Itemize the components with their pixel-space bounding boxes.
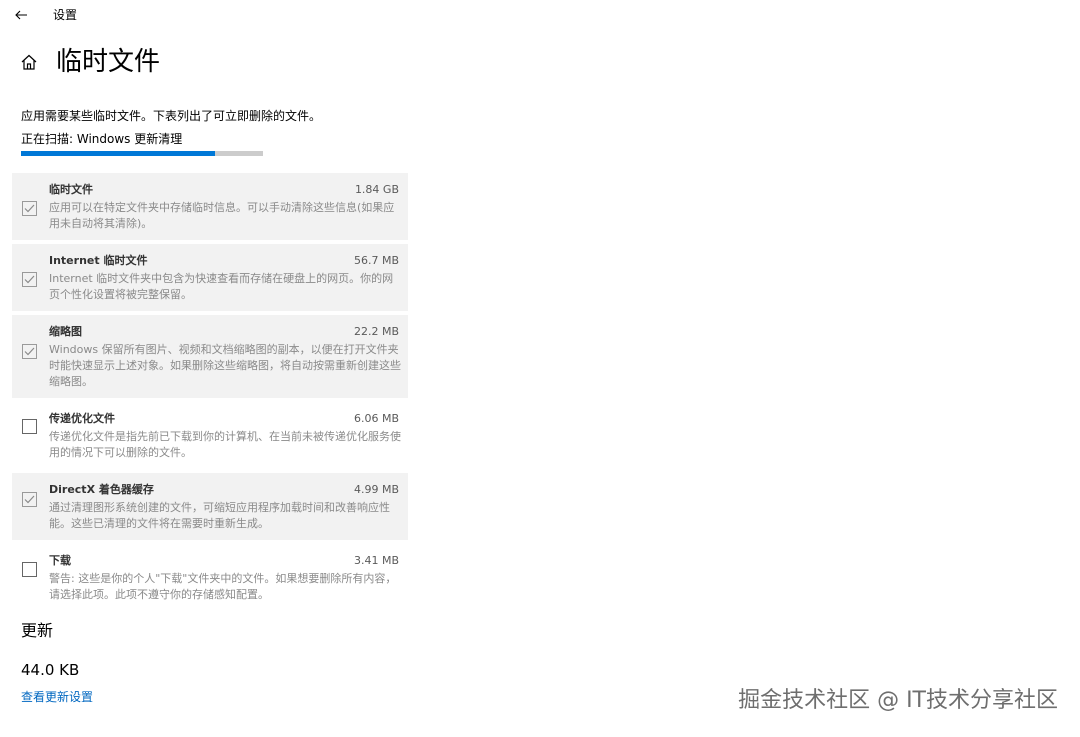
- file-size: 3.41 MB: [353, 554, 399, 567]
- file-checkbox[interactable]: [22, 562, 37, 577]
- file-header: Internet 临时文件 56.7 MB: [49, 253, 399, 271]
- file-description: 传递优化文件是指先前已下载到你的计算机、在当前未被传递优化服务使用的情况下可以删…: [49, 430, 401, 459]
- file-item[interactable]: DirectX 着色器缓存 4.99 MB 通过清理图形系统创建的文件，可缩短应用程…: [12, 473, 408, 540]
- temp-file-list: 临时文件 1.84 GB 应用可以在特定文件夹中存储临时信息。可以手动清除这些信息(…: [12, 173, 408, 615]
- watermark-text: 掘金技术社区 @ IT技术分享社区: [738, 688, 1058, 713]
- file-name: 缩略图: [49, 325, 82, 338]
- file-checkbox[interactable]: [22, 344, 37, 359]
- checkmark-icon: [24, 275, 35, 284]
- updates-size: 44.0 KB: [21, 661, 80, 679]
- file-checkbox[interactable]: [22, 492, 37, 507]
- file-item[interactable]: Internet 临时文件 56.7 MB Internet 临时文件夹中包含为快速…: [12, 244, 408, 311]
- file-description: 应用可以在特定文件夹中存储临时信息。可以手动清除这些信息(如果应用未自动将其清除…: [49, 201, 395, 230]
- file-name: DirectX 着色器缓存: [49, 483, 154, 496]
- file-item[interactable]: 临时文件 1.84 GB 应用可以在特定文件夹中存储临时信息。可以手动清除这些信息(…: [12, 173, 408, 240]
- title-bar: 设置: [0, 0, 1080, 30]
- file-size: 22.2 MB: [353, 325, 399, 338]
- file-header: 临时文件 1.84 GB: [49, 182, 399, 200]
- file-header: 下载 3.41 MB: [49, 553, 399, 571]
- back-arrow-icon[interactable]: [14, 7, 28, 21]
- file-size: 4.99 MB: [353, 483, 399, 496]
- home-icon[interactable]: [20, 53, 38, 71]
- file-header: DirectX 着色器缓存 4.99 MB: [49, 482, 399, 500]
- file-size: 6.06 MB: [353, 412, 399, 425]
- file-description: 通过清理图形系统创建的文件，可缩短应用程序加载时间和改善响应性能。这些已清理的文…: [49, 501, 390, 530]
- file-item[interactable]: 缩略图 22.2 MB Windows 保留所有图片、视频和文档缩略图的副本，以便在…: [12, 315, 408, 398]
- file-description: 警告: 这些是你的个人"下载"文件夹中的文件。如果想要删除所有内容，请选择此项。…: [49, 572, 397, 601]
- page-title: 临时文件: [56, 47, 161, 77]
- file-checkbox[interactable]: [22, 419, 37, 434]
- file-name: 临时文件: [49, 183, 93, 196]
- file-item[interactable]: 传递优化文件 6.06 MB 传递优化文件是指先前已下载到你的计算机、在当前未被传递…: [12, 402, 408, 469]
- file-name: Internet 临时文件: [49, 254, 148, 267]
- checkmark-icon: [24, 347, 35, 356]
- view-update-settings-link[interactable]: 查看更新设置: [21, 689, 93, 705]
- updates-section-title: 更新: [21, 621, 54, 640]
- file-checkbox[interactable]: [22, 201, 37, 216]
- page-description: 应用需要某些临时文件。下表列出了可立即删除的文件。: [21, 109, 322, 123]
- scan-progress-bar: [21, 151, 263, 156]
- file-header: 缩略图 22.2 MB: [49, 324, 399, 342]
- app-title: 设置: [53, 8, 78, 22]
- file-description: Windows 保留所有图片、视频和文档缩略图的副本，以便在打开文件夹时能快速显…: [49, 343, 401, 388]
- file-name: 下载: [49, 554, 71, 567]
- file-size: 1.84 GB: [354, 183, 399, 196]
- file-header: 传递优化文件 6.06 MB: [49, 411, 399, 429]
- file-checkbox[interactable]: [22, 272, 37, 287]
- file-item[interactable]: 下载 3.41 MB 警告: 这些是你的个人"下载"文件夹中的文件。如果想要删除所有…: [12, 544, 408, 611]
- checkmark-icon: [24, 495, 35, 504]
- scan-status: 正在扫描: Windows 更新清理: [21, 132, 183, 146]
- file-name: 传递优化文件: [49, 412, 115, 425]
- scan-progress-fill: [21, 151, 215, 156]
- file-size: 56.7 MB: [353, 254, 399, 267]
- checkmark-icon: [24, 204, 35, 213]
- file-description: Internet 临时文件夹中包含为快速查看而存储在硬盘上的网页。你的网页个性化…: [49, 272, 394, 301]
